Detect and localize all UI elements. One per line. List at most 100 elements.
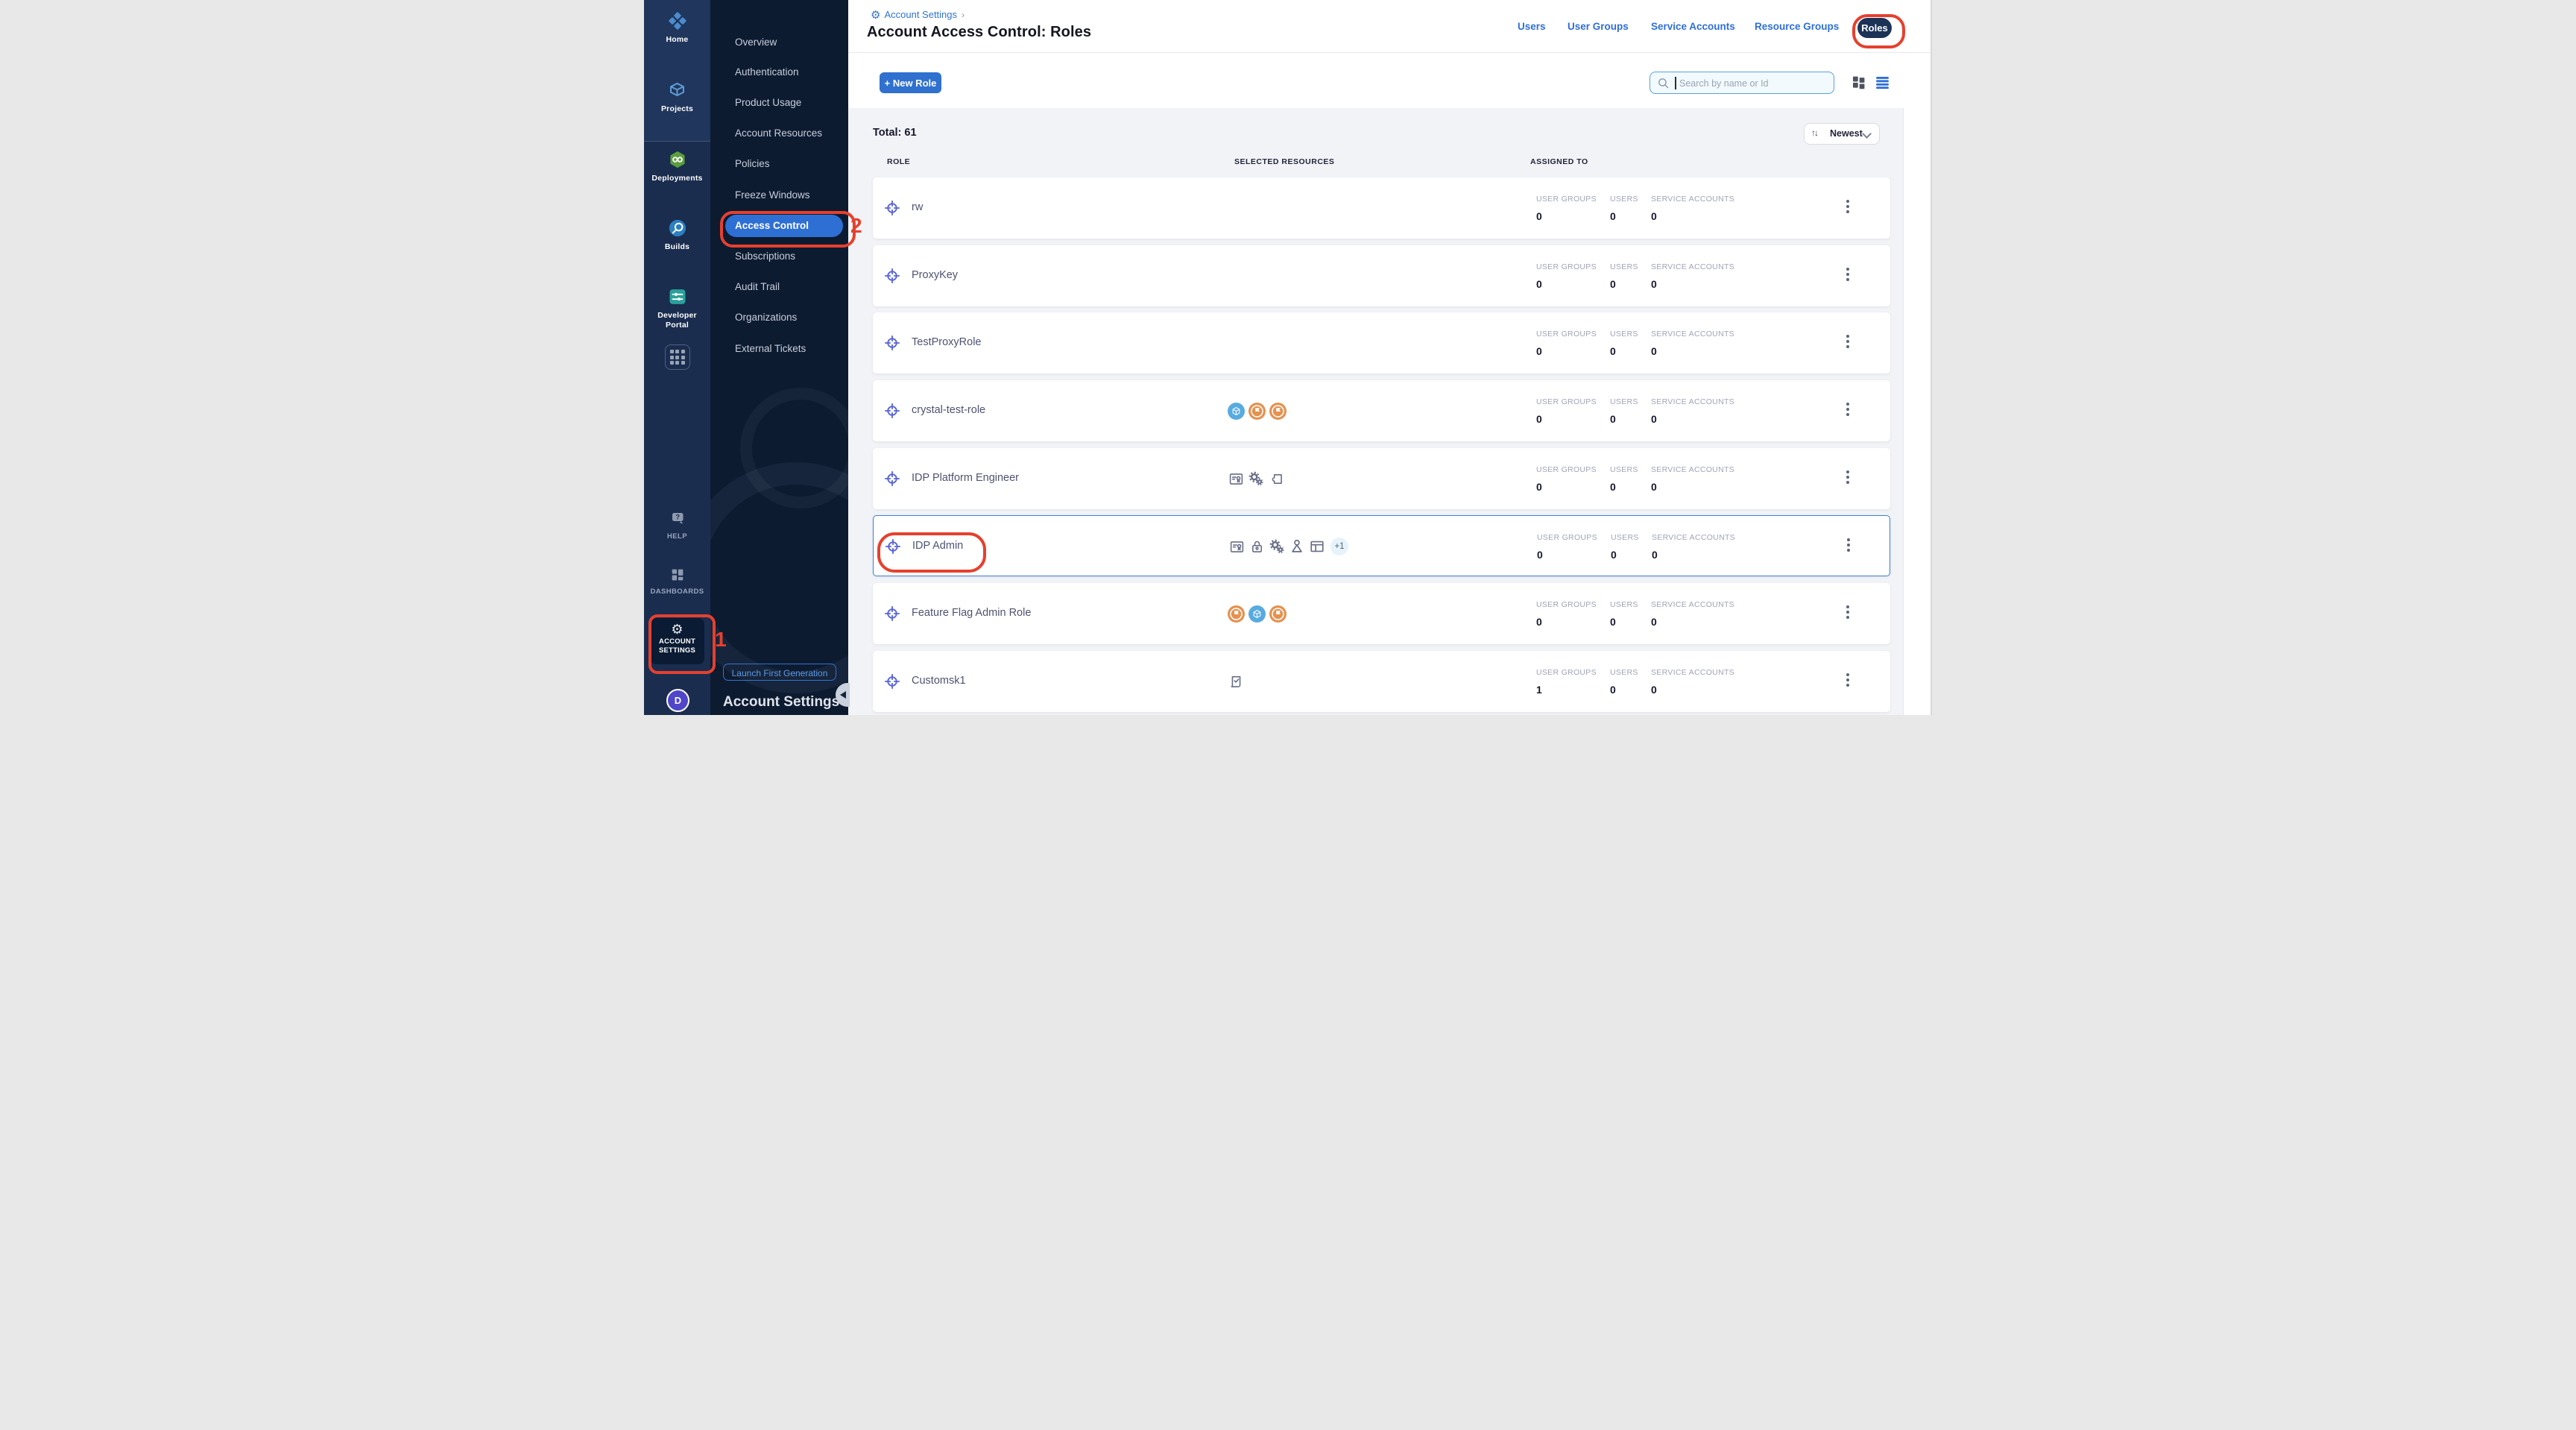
nav-item-access-control[interactable]: Access Control <box>725 215 843 237</box>
role-row[interactable]: crystal-test-roleUSER GROUPS0USERS0SERVI… <box>873 380 1890 441</box>
page-header: ⚙Account Settings› Account Access Contro… <box>848 0 1932 53</box>
row-menu-button[interactable] <box>1840 265 1856 286</box>
tab-resource-groups[interactable]: Resource Groups <box>1755 21 1839 32</box>
annotation-step-2: 2 <box>850 214 862 238</box>
breadcrumb-separator-icon: › <box>962 10 965 20</box>
account-settings-label: ACCOUNT <box>659 637 695 646</box>
assigned-label: USER GROUPS <box>1536 195 1597 204</box>
assigned-label: USERS <box>1611 533 1639 542</box>
grid-view-button[interactable] <box>1852 75 1866 89</box>
settings-nav-sidebar: Overview Authentication Product Usage Accou… <box>710 0 848 715</box>
nav-item-external-tickets[interactable]: External Tickets <box>710 338 848 360</box>
nav-item-overview[interactable]: Overview <box>710 31 848 54</box>
nav-item-subscriptions[interactable]: Subscriptions <box>710 245 848 268</box>
sidebar-item-account-settings[interactable]: ⚙ ACCOUNT SETTINGS <box>650 618 704 664</box>
deployments-icon <box>667 160 688 173</box>
assigned-label: USERS <box>1610 262 1638 271</box>
user-avatar[interactable]: D <box>666 689 689 712</box>
breadcrumb[interactable]: ⚙Account Settings› <box>871 8 965 22</box>
role-name-link[interactable]: IDP Admin <box>912 540 963 552</box>
nav-item-audit-trail[interactable]: Audit Trail <box>710 276 848 298</box>
assigned-count: 0 <box>1536 481 1542 493</box>
sidebar-item-deployments[interactable]: Deployments <box>644 149 710 183</box>
role-row[interactable]: IDP Platform EngineerUSER GROUPS0USERS0S… <box>873 448 1890 509</box>
row-menu-button[interactable] <box>1840 671 1856 692</box>
tab-user-groups[interactable]: User Groups <box>1568 21 1629 32</box>
plus-icon: + <box>885 78 891 89</box>
assigned-label: USER GROUPS <box>1536 262 1597 271</box>
sidebar-item-projects[interactable]: Projects <box>644 81 710 114</box>
assigned-count: 0 <box>1652 549 1658 561</box>
assigned-label: SERVICE ACCOUNTS <box>1651 262 1734 271</box>
row-menu-button[interactable] <box>1840 333 1856 353</box>
assigned-count: 0 <box>1651 210 1657 222</box>
assigned-count: 0 <box>1651 616 1657 628</box>
row-menu-button[interactable] <box>1840 400 1856 421</box>
tab-service-accounts[interactable]: Service Accounts <box>1651 21 1735 32</box>
sort-dropdown[interactable]: ↑↓ Newest <box>1804 123 1880 145</box>
role-row[interactable]: Customsk1USER GROUPS1USERS0SERVICE ACCOU… <box>873 651 1890 712</box>
more-resources-badge[interactable]: +1 <box>1330 538 1348 555</box>
nav-item-organizations[interactable]: Organizations <box>710 306 848 329</box>
role-target-icon <box>884 200 900 216</box>
breadcrumb-link[interactable]: Account Settings <box>884 9 957 20</box>
launch-first-generation-button[interactable]: Launch First Generation <box>723 664 836 681</box>
role-target-icon <box>884 673 900 690</box>
row-menu-button[interactable] <box>1840 198 1856 218</box>
sidebar-item-label: Deployments <box>644 174 710 183</box>
sidebar-item-label: DASHBOARDS <box>644 587 710 596</box>
sidebar-divider <box>644 141 710 142</box>
row-menu-button[interactable] <box>1840 536 1857 557</box>
nav-item-freeze-windows[interactable]: Freeze Windows <box>710 184 848 207</box>
assigned-count: 0 <box>1651 345 1657 357</box>
module-browser-button[interactable] <box>644 344 710 370</box>
nav-item-account-resources[interactable]: Account Resources <box>710 122 848 145</box>
row-menu-button[interactable] <box>1840 603 1856 624</box>
role-target-icon <box>884 268 900 284</box>
sidebar-item-developer-portal[interactable]: Developer Portal <box>644 286 710 330</box>
lock-resource-icon <box>1248 538 1265 555</box>
role-name-link[interactable]: Feature Flag Admin Role <box>912 607 1031 619</box>
role-target-icon <box>884 605 900 622</box>
projects-icon <box>667 91 687 104</box>
role-row[interactable]: rwUSER GROUPS0USERS0SERVICE ACCOUNTS0 <box>873 177 1890 239</box>
selected-resources-icons <box>1228 605 1287 623</box>
role-row[interactable]: IDP Admin+1USER GROUPS0USERS0SERVICE ACC… <box>873 515 1890 576</box>
role-name-link[interactable]: Customsk1 <box>912 675 966 687</box>
role-name-link[interactable]: crystal-test-role <box>912 404 985 416</box>
new-role-button[interactable]: + New Role <box>880 72 941 93</box>
window-edge <box>1931 0 1932 715</box>
flag-resource-icon <box>1248 403 1266 420</box>
role-row[interactable]: Feature Flag Admin RoleUSER GROUPS0USERS… <box>873 583 1890 644</box>
sidebar-item-help[interactable]: ? HELP <box>644 510 710 541</box>
dashboards-icon <box>669 573 686 586</box>
nav-item-policies[interactable]: Policies <box>710 153 848 175</box>
role-name-link[interactable]: ProxyKey <box>912 269 958 281</box>
search-input[interactable] <box>1678 74 1830 92</box>
nav-item-product-usage[interactable]: Product Usage <box>710 92 848 114</box>
role-name-link[interactable]: IDP Platform Engineer <box>912 472 1019 484</box>
assigned-count: 0 <box>1610 684 1616 696</box>
sidebar-item-builds[interactable]: Builds <box>644 218 710 252</box>
sidebar-item-label: HELP <box>644 532 710 541</box>
cube-resource-icon <box>1228 403 1245 420</box>
role-row[interactable]: ProxyKeyUSER GROUPS0USERS0SERVICE ACCOUN… <box>873 245 1890 306</box>
role-row[interactable]: TestProxyRoleUSER GROUPS0USERS0SERVICE A… <box>873 312 1890 374</box>
role-target-icon <box>884 335 900 351</box>
tab-users[interactable]: Users <box>1518 21 1546 32</box>
list-view-button[interactable] <box>1875 75 1890 89</box>
assigned-count: 0 <box>1536 413 1542 425</box>
assigned-count: 0 <box>1610 413 1616 425</box>
tab-roles-active[interactable]: Roles <box>1857 18 1892 38</box>
sidebar-item-dashboards[interactable]: DASHBOARDS <box>644 567 710 596</box>
assigned-count: 0 <box>1536 616 1542 628</box>
row-menu-button[interactable] <box>1840 468 1856 489</box>
role-name-link[interactable]: rw <box>912 201 923 213</box>
nav-item-authentication[interactable]: Authentication <box>710 61 848 84</box>
search-box[interactable] <box>1650 72 1834 94</box>
role-name-link[interactable]: TestProxyRole <box>912 336 981 348</box>
cert-resource-icon <box>1228 470 1244 487</box>
builds-icon <box>667 229 688 242</box>
assigned-count: 0 <box>1610 345 1616 357</box>
sidebar-item-home[interactable]: Home <box>644 10 710 45</box>
